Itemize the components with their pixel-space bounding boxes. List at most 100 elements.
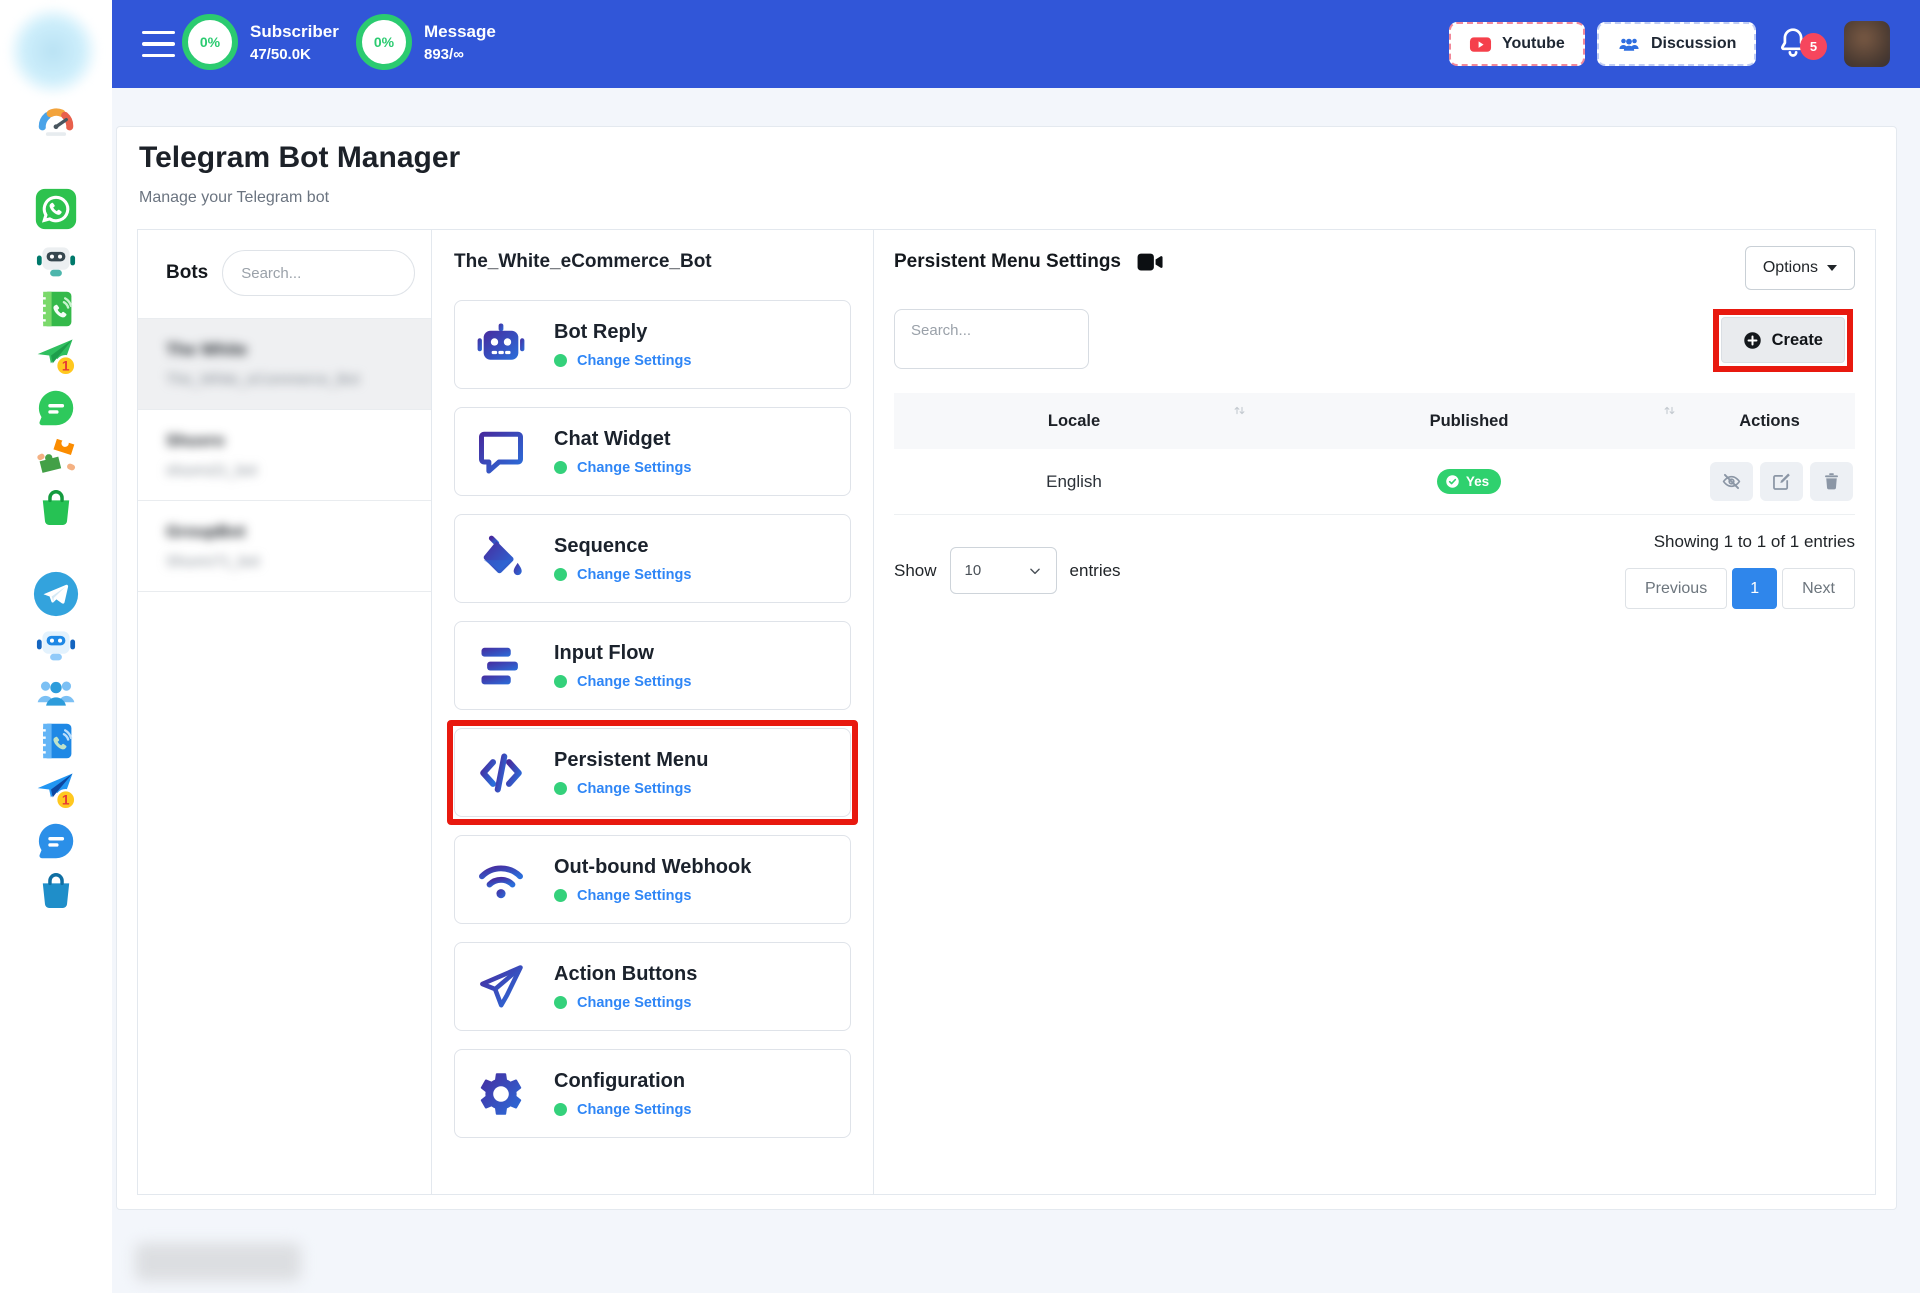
bot-menu-panel: The_White_eCommerce_Bot Bot Reply Change… — [431, 230, 873, 1194]
bot-list-divider — [138, 591, 431, 593]
user-avatar[interactable] — [1844, 21, 1890, 67]
bot-name: GroupBot — [166, 522, 246, 541]
list-bars-icon — [475, 640, 527, 692]
broadcast-plane-blue-icon[interactable]: 1 — [34, 768, 78, 812]
change-settings-link[interactable]: Change Settings — [554, 888, 751, 904]
persistent-menu-highlight-annotation: Persistent Menu Change Settings — [447, 720, 858, 825]
menu-card-chat-widget[interactable]: Chat Widget Change Settings — [454, 407, 851, 496]
bots-panel-title: Bots — [166, 262, 209, 283]
menu-card-action-buttons[interactable]: Action Buttons Change Settings — [454, 942, 851, 1031]
bot-list-item-the-white[interactable]: The White The_White_eCommerce_Bot — [138, 318, 431, 409]
ecommerce-bag-blue-icon[interactable] — [34, 868, 78, 912]
telegram-group-icon[interactable] — [34, 670, 78, 714]
change-settings-link[interactable]: Change Settings — [554, 674, 691, 690]
chat-bubble-icon — [475, 426, 527, 478]
menu-card-configuration[interactable]: Configuration Change Settings — [454, 1049, 851, 1138]
bots-search-input[interactable] — [222, 250, 415, 296]
telegram-icon[interactable] — [31, 569, 81, 619]
video-camera-icon[interactable] — [1137, 251, 1164, 273]
entries-label: entries — [1069, 560, 1121, 580]
youtube-icon — [1469, 36, 1492, 52]
bot-menu-title: The_White_eCommerce_Bot — [454, 251, 712, 272]
notifications-bell[interactable]: 5 — [1775, 24, 1827, 64]
create-button[interactable]: Create — [1720, 317, 1845, 363]
entries-summary: Showing 1 to 1 of 1 entries — [1653, 532, 1855, 551]
paint-bucket-icon — [475, 533, 527, 585]
page-title: Telegram Bot Manager — [139, 141, 461, 174]
persistent-menu-settings-panel: Persistent Menu Settings Options Create — [873, 230, 1875, 1194]
column-header-published[interactable]: Published — [1254, 412, 1684, 431]
change-settings-link[interactable]: Change Settings — [554, 1102, 691, 1118]
chevron-down-icon — [1827, 265, 1837, 271]
menu-card-label: Input Flow — [554, 641, 654, 664]
previous-page-button[interactable]: Previous — [1624, 568, 1728, 609]
menu-card-label: Action Buttons — [554, 962, 698, 985]
change-settings-link[interactable]: Change Settings — [554, 567, 691, 583]
sort-icon[interactable] — [1232, 403, 1247, 418]
page-subtitle: Manage your Telegram bot — [139, 189, 330, 206]
column-header-locale[interactable]: Locale — [894, 412, 1254, 431]
menu-toggle-button[interactable] — [142, 31, 175, 57]
status-dot — [554, 568, 567, 581]
edit-button[interactable] — [1760, 462, 1803, 501]
bot-list-item-groupbot[interactable]: GroupBot Shuvro71_bot — [138, 500, 431, 591]
change-settings-link[interactable]: Change Settings — [554, 353, 691, 369]
change-settings-link[interactable]: Change Settings — [554, 781, 708, 797]
telegram-bot-icon[interactable] — [34, 623, 78, 667]
settings-panel-title: Persistent Menu Settings — [894, 251, 1121, 272]
page-1-button[interactable]: 1 — [1732, 568, 1778, 609]
menu-card-label: Bot Reply — [554, 320, 648, 343]
app-logo — [8, 6, 98, 96]
top-header: 0% Subscriber 47/50.0K 0% Message 893/∞ … — [112, 0, 1920, 88]
pagination: Previous 1 Next — [1624, 568, 1855, 609]
svg-text:1: 1 — [62, 359, 70, 374]
contact-book-green-icon[interactable] — [34, 287, 78, 331]
status-dot — [554, 461, 567, 474]
messenger-bot-icon[interactable] — [34, 239, 78, 283]
menu-card-persistent-menu[interactable]: Persistent Menu Change Settings — [454, 728, 851, 817]
menu-card-sequence[interactable]: Sequence Change Settings — [454, 514, 851, 603]
show-label: Show — [894, 560, 937, 580]
contact-book-blue-icon[interactable] — [34, 719, 78, 763]
status-dot — [554, 354, 567, 367]
table-header-row: Locale Published Actions — [894, 393, 1855, 449]
message-progress-circle: 0% — [356, 14, 412, 70]
discussion-button[interactable]: Discussion — [1597, 22, 1757, 66]
menu-card-input-flow[interactable]: Input Flow Change Settings — [454, 621, 851, 710]
eye-slash-icon — [1722, 473, 1741, 490]
chat-blue-icon[interactable] — [34, 819, 78, 863]
table-row-english: English Yes — [894, 449, 1855, 515]
message-label: Message — [424, 21, 496, 41]
change-settings-link[interactable]: Change Settings — [554, 995, 697, 1011]
broadcast-plane-green-icon[interactable]: 1 — [34, 334, 78, 378]
create-highlight-annotation: Create — [1712, 309, 1854, 372]
bot-username: shuvro21_bot — [166, 462, 257, 479]
bot-name: The White — [166, 340, 248, 359]
youtube-button[interactable]: Youtube — [1449, 22, 1585, 66]
hide-button[interactable] — [1710, 462, 1753, 501]
subscriber-label: Subscriber — [250, 21, 339, 41]
next-page-button[interactable]: Next — [1782, 568, 1855, 609]
bot-list-item-shuvro[interactable]: Shuvro shuvro21_bot — [138, 409, 431, 500]
integration-puzzle-icon[interactable] — [34, 434, 78, 478]
whatsapp-icon[interactable] — [34, 187, 78, 231]
notification-count-badge: 5 — [1800, 33, 1827, 60]
dashboard-gauge-icon[interactable] — [34, 102, 78, 146]
options-dropdown-button[interactable]: Options — [1744, 246, 1855, 290]
settings-search-input[interactable] — [894, 309, 1089, 369]
menu-card-outbound-webhook[interactable]: Out-bound Webhook Change Settings — [454, 835, 851, 924]
robot-icon — [475, 319, 527, 371]
ecommerce-bag-green-icon[interactable] — [34, 485, 78, 529]
sort-icon[interactable] — [1662, 403, 1677, 418]
change-settings-link[interactable]: Change Settings — [554, 460, 691, 476]
paper-plane-icon — [475, 961, 527, 1013]
locale-cell: English — [1046, 471, 1102, 491]
sms-chat-green-icon[interactable] — [34, 386, 78, 430]
message-stat: 0% Message 893/∞ — [356, 14, 496, 70]
menu-card-label: Out-bound Webhook — [554, 855, 752, 878]
message-value: 893/∞ — [424, 45, 464, 63]
plus-circle-icon — [1743, 331, 1761, 349]
menu-card-bot-reply[interactable]: Bot Reply Change Settings — [454, 300, 851, 389]
page-size-select[interactable]: 10 — [949, 547, 1057, 594]
delete-button[interactable] — [1810, 462, 1853, 501]
